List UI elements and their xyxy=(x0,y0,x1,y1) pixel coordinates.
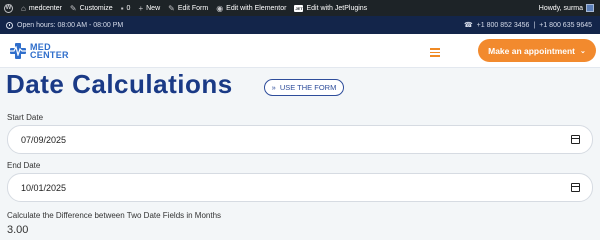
wp-admin-bar: W ⌂ medcenter ✎ Customize ▪ 0 + New ✎ Ed… xyxy=(0,0,600,16)
chevron-down-icon: ⌄ xyxy=(580,47,586,55)
site-header: MED CENTER Make an appointment ⌄ xyxy=(0,34,600,68)
calendar-icon[interactable] xyxy=(571,135,580,144)
new-content-menu[interactable]: + New xyxy=(138,4,160,13)
start-date-field[interactable]: 07/09/2025 xyxy=(7,125,593,154)
home-icon: ⌂ xyxy=(21,3,26,13)
end-date-label: End Date xyxy=(7,161,41,170)
clock-icon xyxy=(6,21,13,29)
brush-icon: ✎ xyxy=(69,3,77,13)
phone-2[interactable]: +1 800 635 9645 xyxy=(539,22,592,29)
start-date-label: Start Date xyxy=(7,113,44,122)
jet-icon: JET xyxy=(294,4,304,12)
end-date-field[interactable]: 10/01/2025 xyxy=(7,173,593,202)
phone-separator: | xyxy=(533,21,536,29)
greeting: Howdy, surma xyxy=(538,4,583,12)
medical-cross-icon xyxy=(8,42,28,60)
top-info-bar: Open hours: 08:00 AM - 08:00 PM ☎ +1 800… xyxy=(0,16,600,34)
start-date-value: 07/09/2025 xyxy=(21,134,67,145)
comments-count: 0 xyxy=(126,4,131,12)
edit-jet-label: Edit with JetPlugins xyxy=(306,4,368,12)
cta-label: Make an appointment xyxy=(488,45,576,56)
page-title: Date Calculations xyxy=(6,69,233,99)
customize-link[interactable]: ✎ Customize xyxy=(70,4,113,13)
new-label: New xyxy=(146,4,161,12)
wordpress-icon: W xyxy=(4,3,13,13)
use-form-label: USE THE FORM xyxy=(279,83,337,92)
calendar-icon[interactable] xyxy=(571,183,580,192)
logo-line-2: CENTER xyxy=(30,49,69,60)
end-date-value: 10/01/2025 xyxy=(21,182,67,193)
site-name-menu[interactable]: ⌂ medcenter xyxy=(21,4,62,13)
site-logo[interactable]: MED CENTER xyxy=(8,42,69,60)
wp-logo-menu[interactable]: W xyxy=(0,3,13,13)
edit-form-link[interactable]: ✎ Edit Form xyxy=(168,4,208,13)
site-name: medcenter xyxy=(28,4,62,12)
elementor-icon: ◉ xyxy=(216,3,224,13)
hours-text: Open hours: 08:00 AM - 08:00 PM xyxy=(17,21,124,29)
pencil-icon: ✎ xyxy=(168,3,175,13)
edit-elementor-label: Edit with Elementor xyxy=(226,4,287,12)
plus-icon: + xyxy=(138,3,144,13)
phone-numbers: ☎ +1 800 852 3456 | +1 800 635 9645 xyxy=(463,21,592,30)
avatar xyxy=(586,4,594,12)
months-difference-value: 3.00 xyxy=(7,224,29,236)
opening-hours: Open hours: 08:00 AM - 08:00 PM xyxy=(6,21,124,29)
edit-elementor-link[interactable]: ◉ Edit with Elementor xyxy=(216,4,286,13)
comment-icon: ▪ xyxy=(120,3,124,13)
make-appointment-button[interactable]: Make an appointment ⌄ xyxy=(478,39,596,62)
use-the-form-button[interactable]: » USE THE FORM xyxy=(264,79,344,96)
edit-form-label: Edit Form xyxy=(177,4,209,12)
logo-text: MED CENTER xyxy=(30,42,69,60)
edit-jetplugins-link[interactable]: JET Edit with JetPlugins xyxy=(294,4,368,12)
phone-icon: ☎ xyxy=(463,22,473,29)
comments-link[interactable]: ▪ 0 xyxy=(121,4,131,13)
double-chevron-right-icon: » xyxy=(271,83,276,92)
months-difference-label: Calculate the Difference between Two Dat… xyxy=(7,211,222,220)
hamburger-menu-icon[interactable] xyxy=(430,48,440,59)
account-menu[interactable]: Howdy, surma xyxy=(539,4,594,12)
customize-label: Customize xyxy=(79,4,113,12)
phone-1[interactable]: +1 800 852 3456 xyxy=(477,22,530,29)
